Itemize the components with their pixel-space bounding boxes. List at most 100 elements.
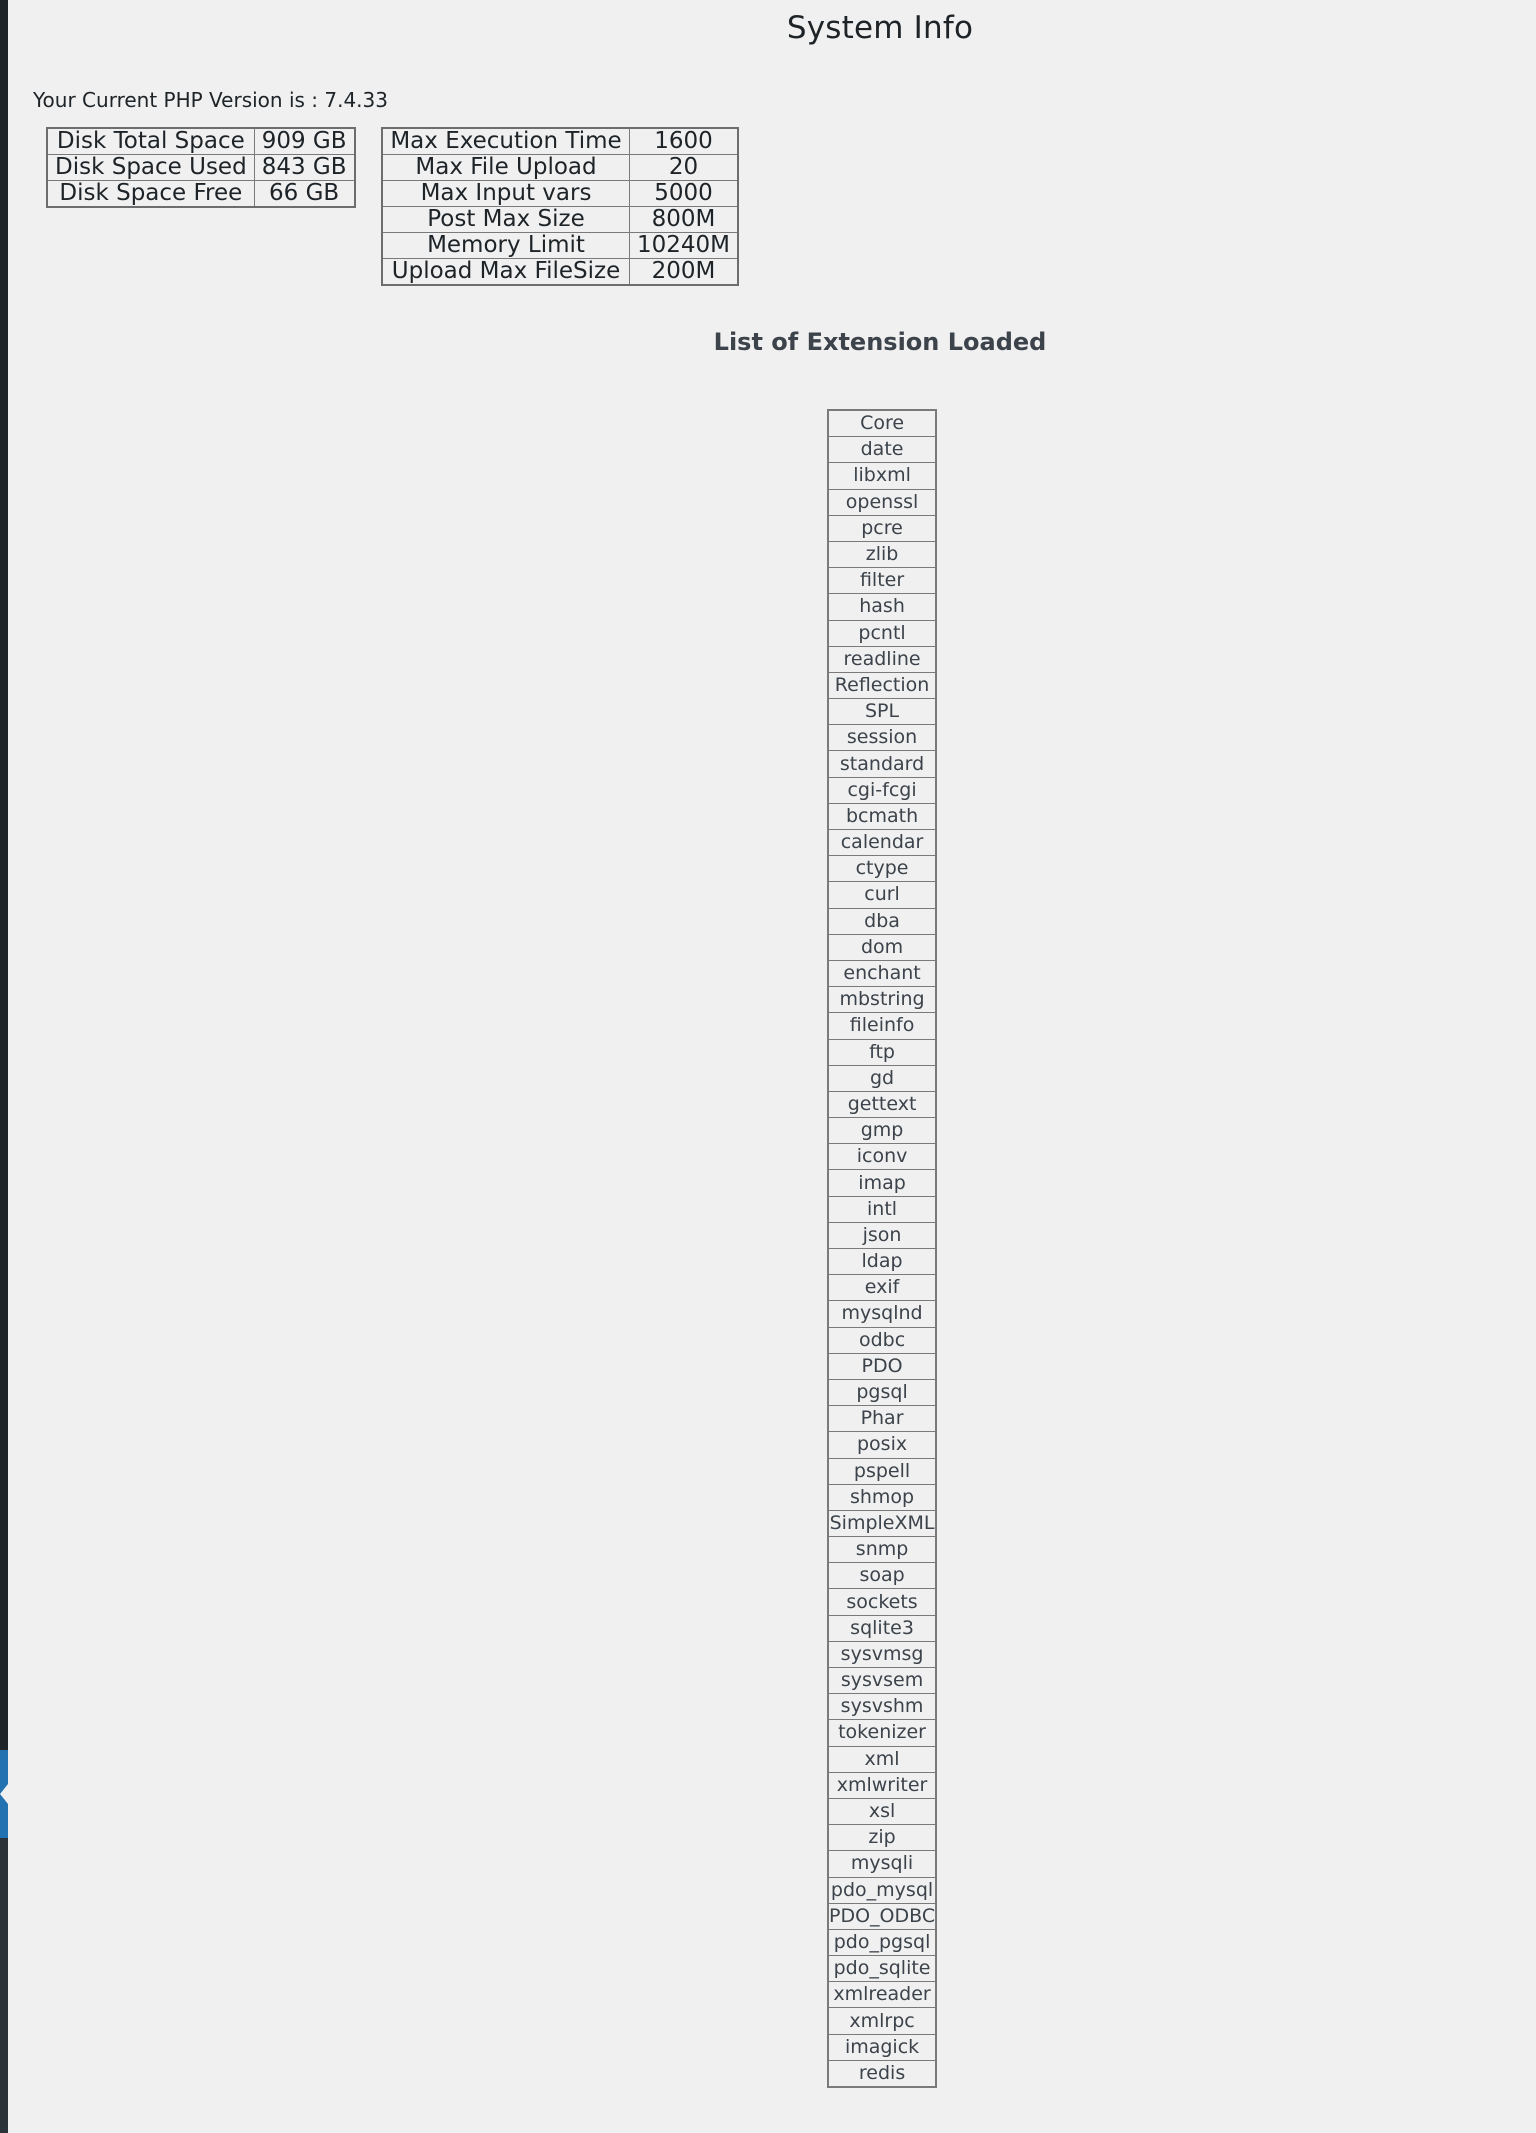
table-row: sqlite3 <box>827 1614 937 1642</box>
table-row: soap <box>827 1562 937 1590</box>
table-row: ctype <box>827 855 937 883</box>
extension-name: openssl <box>827 488 937 516</box>
table-row: Post Max Size 800M <box>381 206 739 233</box>
extension-name: xmlrpc <box>827 2007 937 2035</box>
table-row: imap <box>827 1169 937 1197</box>
setting-value: 200M <box>629 258 739 286</box>
table-row: SPL <box>827 698 937 726</box>
table-row: tokenizer <box>827 1719 937 1747</box>
table-row: Max Execution Time 1600 <box>381 127 739 155</box>
extension-name: pspell <box>827 1457 937 1485</box>
php-settings-table: Max Execution Time 1600 Max File Upload … <box>381 127 740 286</box>
extension-name: shmop <box>827 1483 937 1511</box>
extension-name: filter <box>827 567 937 595</box>
setting-label: Max File Upload <box>381 154 630 181</box>
arrow-left-icon <box>0 1784 8 1804</box>
setting-label: Max Execution Time <box>381 127 630 155</box>
extension-name: sysvmsg <box>827 1640 937 1669</box>
table-row: json <box>827 1221 937 1250</box>
table-row: Max File Upload 20 <box>381 154 739 181</box>
extension-name: pcre <box>827 514 937 542</box>
disk-label: Disk Space Used <box>46 154 255 181</box>
table-row: Phar <box>827 1405 937 1433</box>
table-row: libxml <box>827 462 937 490</box>
extension-name: iconv <box>827 1143 937 1171</box>
extension-name: sockets <box>827 1588 937 1616</box>
table-row: Disk Total Space 909 GB <box>46 127 356 155</box>
extension-name: xml <box>827 1745 937 1773</box>
extensions-title: List of Extension Loaded <box>713 328 1047 356</box>
table-row: xmlreader <box>827 1981 937 2009</box>
table-row: shmop <box>827 1483 937 1511</box>
table-row: pdo_mysql <box>827 1876 937 1904</box>
extension-name: date <box>827 436 937 464</box>
extension-name: cgi-fcgi <box>827 776 937 804</box>
table-row: fileinfo <box>827 1012 937 1040</box>
table-row: curl <box>827 881 937 909</box>
table-row: enchant <box>827 959 937 988</box>
table-row: gmp <box>827 1117 937 1145</box>
extension-name: json <box>827 1221 937 1250</box>
extension-name: ldap <box>827 1247 937 1276</box>
table-row: xml <box>827 1745 937 1773</box>
extension-name: xmlwriter <box>827 1771 937 1799</box>
setting-value: 20 <box>629 154 739 181</box>
setting-label: Memory Limit <box>381 232 630 259</box>
extension-name: calendar <box>827 828 937 857</box>
table-row: Memory Limit 10240M <box>381 232 739 259</box>
extension-name: intl <box>827 1195 937 1223</box>
admin-sidebar-lower <box>0 1838 8 2133</box>
table-row: PDO <box>827 1352 937 1380</box>
extension-name: odbc <box>827 1326 937 1354</box>
extension-name: redis <box>827 2059 937 2088</box>
table-row: openssl <box>827 488 937 516</box>
table-row: dba <box>827 907 937 935</box>
extension-name: xsl <box>827 1797 937 1826</box>
extension-name: pcntl <box>827 619 937 647</box>
extension-name: hash <box>827 593 937 621</box>
extension-name: snmp <box>827 1536 937 1564</box>
table-row: gd <box>827 1064 937 1092</box>
table-row: imagick <box>827 2033 937 2061</box>
setting-value: 1600 <box>629 127 739 155</box>
setting-value: 800M <box>629 206 739 233</box>
table-row: calendar <box>827 828 937 857</box>
table-row: bcmath <box>827 802 937 831</box>
table-row: standard <box>827 750 937 778</box>
table-row: posix <box>827 1431 937 1459</box>
table-row: gettext <box>827 1090 937 1119</box>
extension-name: PDO_ODBC <box>827 1902 937 1930</box>
table-row: sockets <box>827 1588 937 1616</box>
disk-label: Disk Space Free <box>46 180 255 208</box>
extension-name: ftp <box>827 1038 937 1066</box>
setting-label: Post Max Size <box>381 206 630 233</box>
table-row: snmp <box>827 1536 937 1564</box>
extension-name: standard <box>827 750 937 778</box>
disk-space-table: Disk Total Space 909 GB Disk Space Used … <box>46 127 356 208</box>
extension-name: PDO <box>827 1352 937 1380</box>
table-row: mbstring <box>827 986 937 1014</box>
table-row: Upload Max FileSize 200M <box>381 258 739 286</box>
extension-name: zlib <box>827 540 937 569</box>
table-row: pgsql <box>827 1378 937 1407</box>
disk-value: 909 GB <box>253 127 356 155</box>
extension-name: session <box>827 724 937 752</box>
table-row: odbc <box>827 1326 937 1354</box>
setting-value: 5000 <box>629 180 739 207</box>
extension-name: imagick <box>827 2033 937 2061</box>
table-row: iconv <box>827 1143 937 1171</box>
extension-name: readline <box>827 645 937 673</box>
setting-value: 10240M <box>629 232 739 259</box>
php-version-text: Your Current PHP Version is : 7.4.33 <box>33 88 388 112</box>
disk-label: Disk Total Space <box>46 127 255 155</box>
table-row: zlib <box>827 540 937 569</box>
extension-name: xmlreader <box>827 1981 937 2009</box>
table-row: xmlwriter <box>827 1771 937 1799</box>
extension-name: imap <box>827 1169 937 1197</box>
admin-sidebar <box>0 0 8 2133</box>
table-row: readline <box>827 645 937 673</box>
table-row: pdo_sqlite <box>827 1955 937 1983</box>
table-row: Max Input vars 5000 <box>381 180 739 207</box>
extension-name: soap <box>827 1562 937 1590</box>
table-row: pcre <box>827 514 937 542</box>
